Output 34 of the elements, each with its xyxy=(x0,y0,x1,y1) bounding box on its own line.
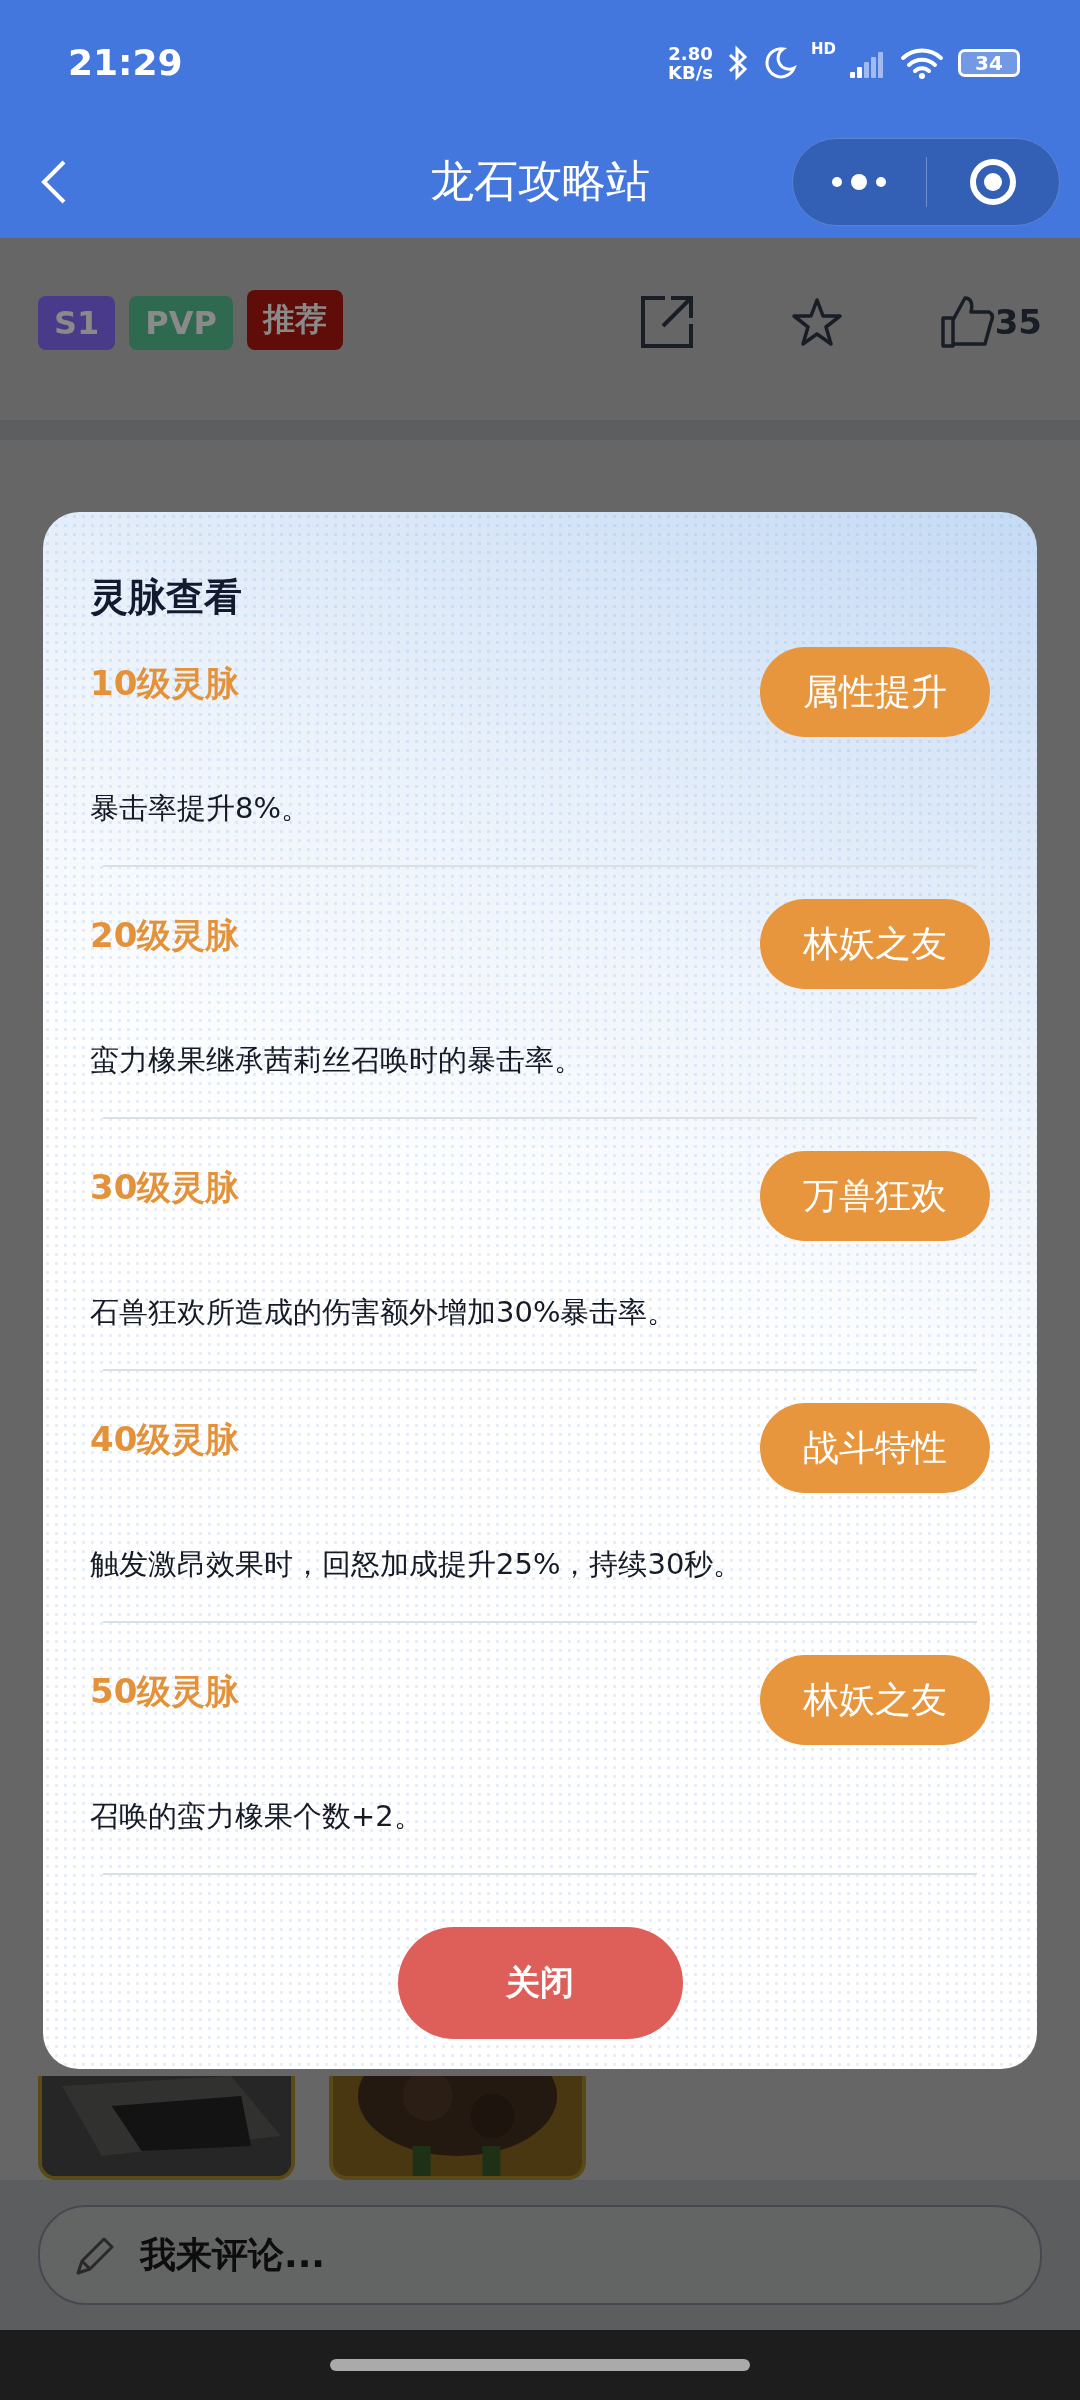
network-speed: 2.80 KB/s xyxy=(668,43,713,82)
target-icon xyxy=(967,156,1018,207)
vein-badge: 战斗特性 xyxy=(760,1403,990,1493)
page-title: 龙石攻略站 xyxy=(430,154,650,208)
close-button[interactable]: 关闭 xyxy=(397,1927,683,2039)
dialog-title: 灵脉查看 xyxy=(90,574,243,621)
vein-badge: 林妖之友 xyxy=(760,1655,990,1745)
post-tag: 推荐 xyxy=(247,290,343,350)
status-time: 21:29 xyxy=(68,42,183,83)
vein-level: 10级灵脉 xyxy=(90,662,240,705)
post-tag: PVP xyxy=(129,296,233,350)
vein-description: 触发激昂效果时，回怒加成提升25%，持续30秒。 xyxy=(90,1546,744,1583)
moon-icon xyxy=(763,45,797,80)
network-type: HD xyxy=(811,39,836,58)
vein-description: 蛮力橡果继承茜莉丝召唤时的暴击率。 xyxy=(90,1042,584,1079)
battery-icon: 34 xyxy=(958,48,1020,77)
vein-level: 50级灵脉 xyxy=(90,1670,240,1713)
star-button[interactable] xyxy=(790,297,843,347)
comment-placeholder: 我来评论... xyxy=(140,2232,326,2277)
vein-level: 30级灵脉 xyxy=(90,1166,240,1209)
vein-badge: 林妖之友 xyxy=(760,899,990,989)
share-button[interactable] xyxy=(638,294,695,350)
vein-description: 石兽狂欢所造成的伤害额外增加30%暴击率。 xyxy=(90,1294,678,1331)
vein-level: 20级灵脉 xyxy=(90,914,240,957)
vein-description: 召唤的蛮力橡果个数+2。 xyxy=(90,1798,424,1835)
comment-field[interactable]: 我来评论... xyxy=(38,2205,1042,2305)
vein-badge: 属性提升 xyxy=(760,647,990,737)
like-count: 35 xyxy=(994,302,1042,342)
bluetooth-icon xyxy=(727,44,749,81)
vein-level: 40级灵脉 xyxy=(90,1418,240,1461)
vein-badge: 万兽狂欢 xyxy=(760,1151,990,1241)
like-button[interactable] xyxy=(938,294,995,350)
vein-description: 暴击率提升8%。 xyxy=(90,790,311,827)
post-tag: S1 xyxy=(38,296,116,350)
